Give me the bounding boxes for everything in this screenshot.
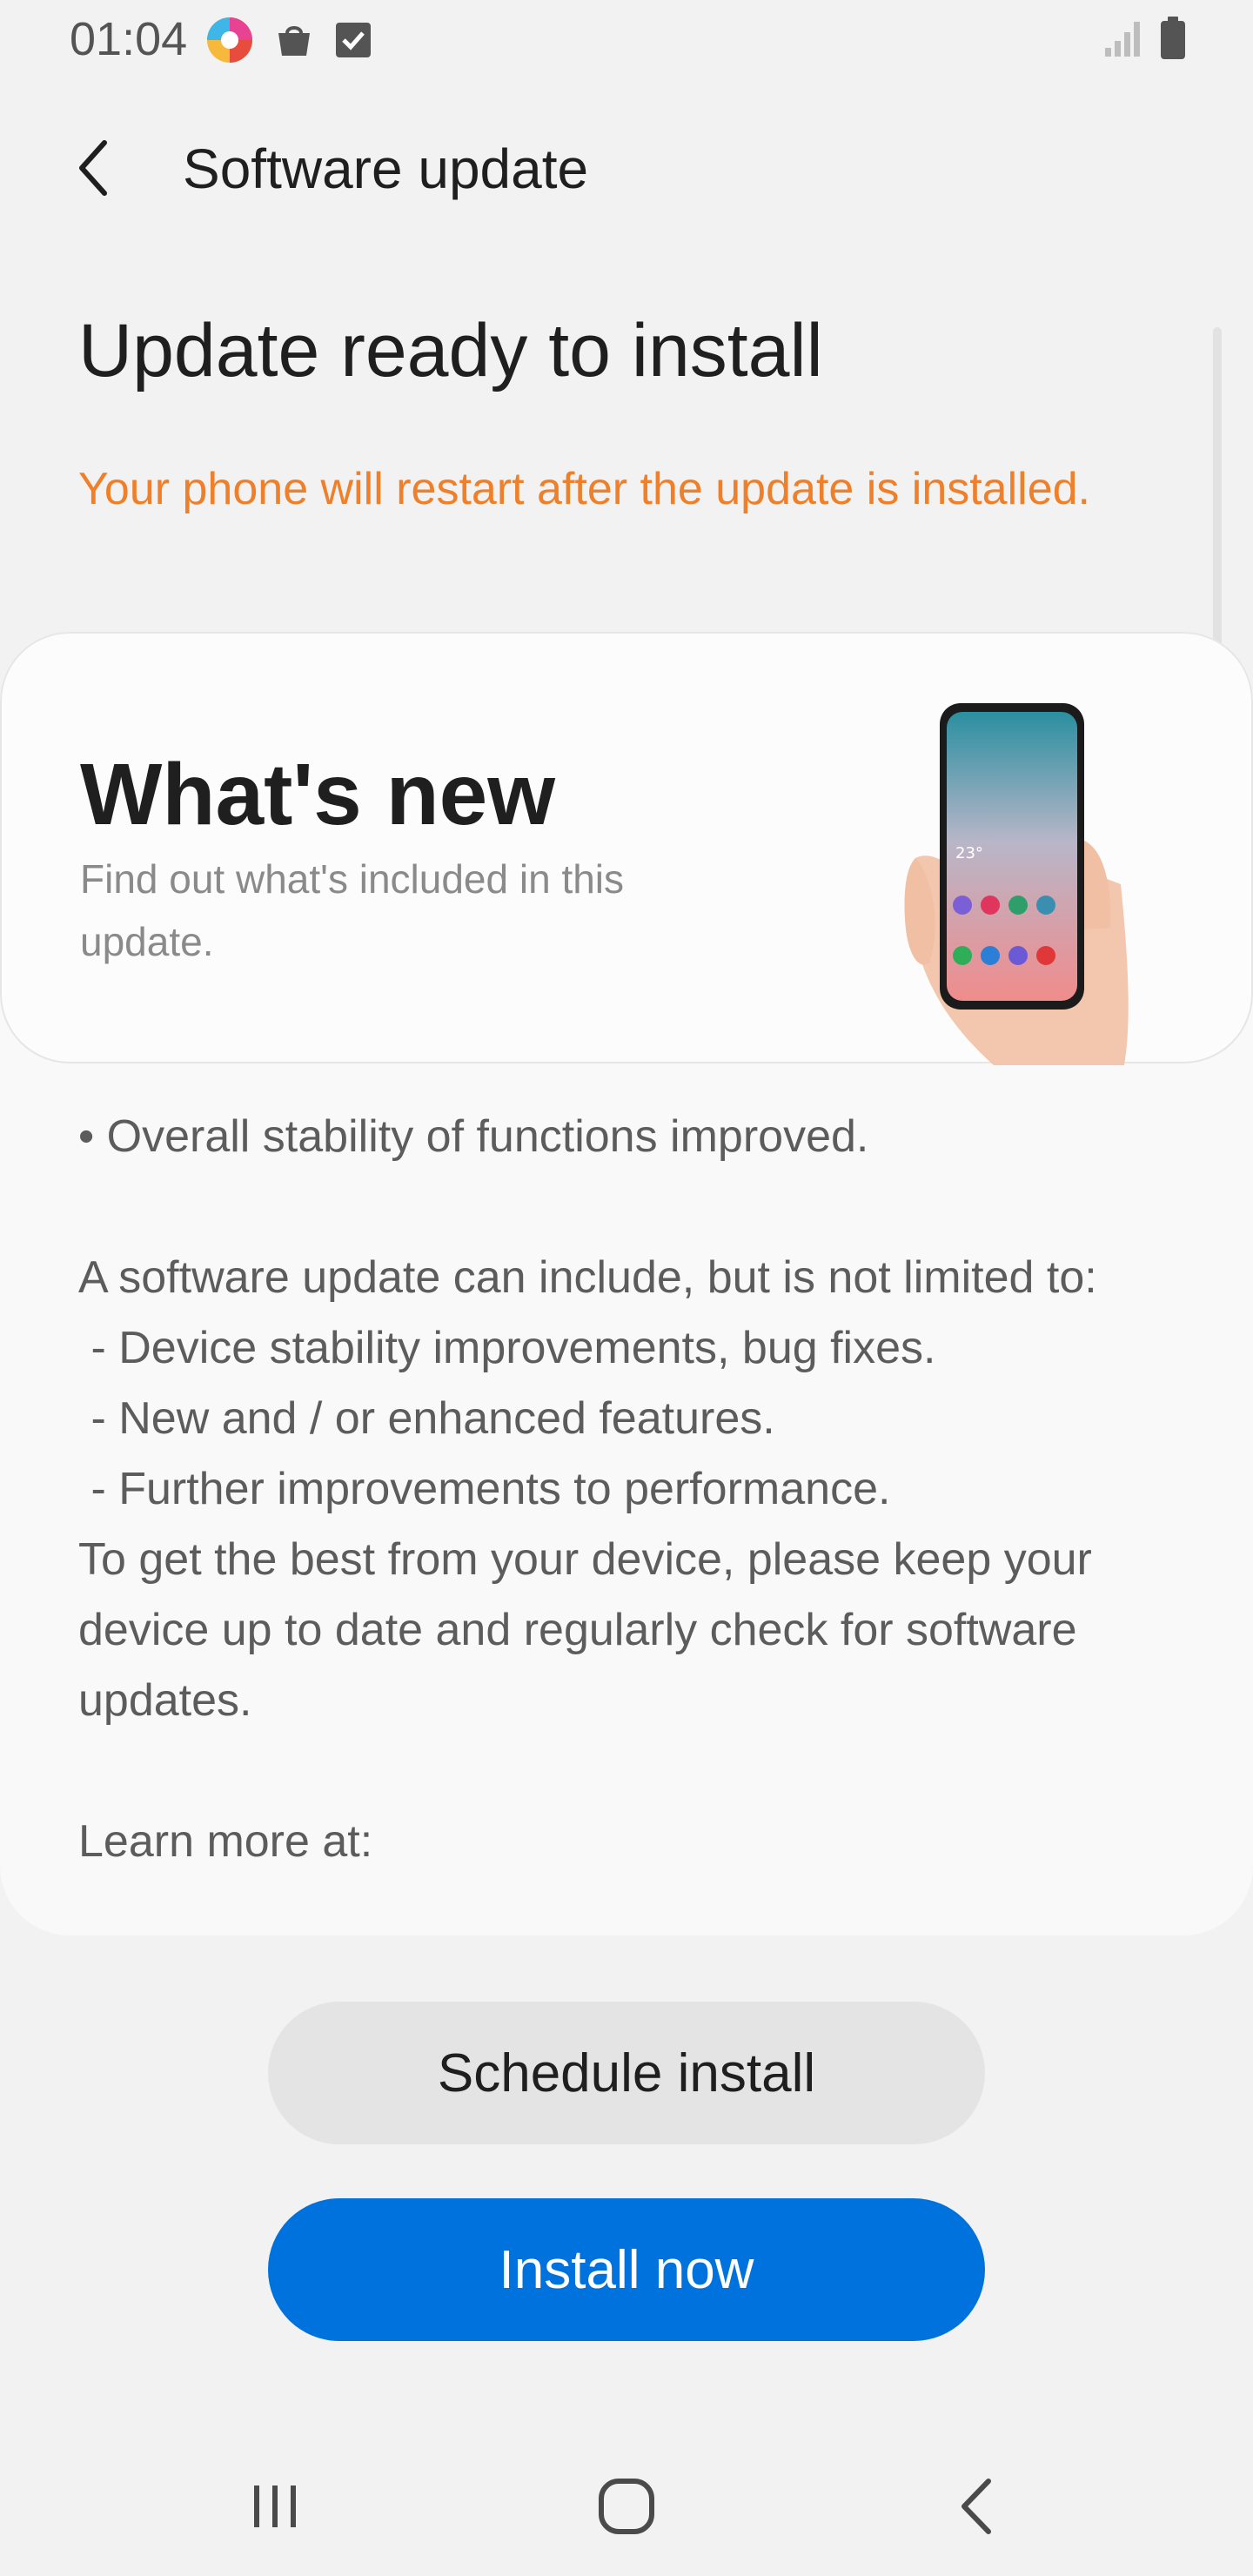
signal-icon (1103, 18, 1143, 63)
phone-in-hand-illustration: 23° (898, 701, 1159, 1065)
status-time: 01:04 (70, 13, 188, 65)
shopping-bag-icon (273, 19, 315, 65)
home-icon (599, 2479, 654, 2534)
changelog-text: • Overall stability of functions improve… (78, 1111, 1097, 1867)
recent-apps-button[interactable] (223, 2463, 327, 2550)
release-notes-card: What's new Find out what's included in t… (0, 632, 1253, 1935)
recent-apps-icon (254, 2485, 296, 2527)
restart-warning: Your phone will restart after the update… (78, 464, 1090, 514)
system-navigation-bar (0, 2437, 1253, 2576)
whats-new-subtitle: Find out what's included in this update. (80, 856, 625, 964)
install-now-button[interactable]: Install now (268, 2198, 985, 2341)
nav-back-button[interactable] (924, 2463, 1029, 2550)
back-icon (962, 2479, 991, 2534)
status-bar: 01:04 (0, 0, 1253, 80)
home-button[interactable] (574, 2463, 679, 2550)
whats-new-banner[interactable]: What's new Find out what's included in t… (0, 632, 1253, 1065)
chevron-left-icon (79, 140, 107, 196)
checkbox-icon (334, 21, 372, 64)
schedule-install-button[interactable]: Schedule install (268, 2002, 985, 2144)
app-notification-icon (205, 16, 254, 69)
whats-new-title: What's new (80, 746, 556, 843)
svg-text:23°: 23° (955, 844, 983, 862)
back-button[interactable] (61, 136, 125, 200)
system-icons (1103, 16, 1187, 65)
page-title: Software update (183, 138, 589, 200)
notification-icons (205, 16, 372, 69)
battery-icon (1159, 16, 1187, 65)
app-header: Software update (0, 122, 1253, 226)
update-status-title: Update ready to install (78, 309, 823, 392)
